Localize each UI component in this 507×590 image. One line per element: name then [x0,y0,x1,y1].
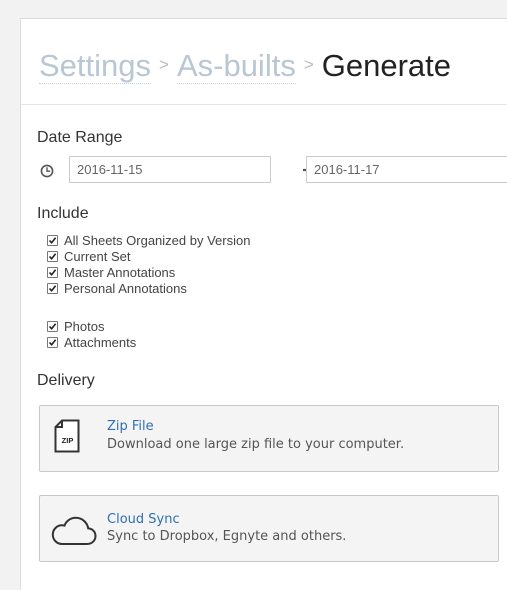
cloud-sync-option[interactable]: Cloud Sync Sync to Dropbox, Egnyte and o… [39,495,499,562]
personal-annotations-checkbox[interactable] [47,283,58,294]
include-photos-row[interactable]: Photos [47,320,104,333]
cloud-icon [51,516,97,545]
personal-annotations-label: Personal Annotations [64,281,187,296]
include-all-sheets-row[interactable]: All Sheets Organized by Version [47,234,250,247]
checkmark-icon [48,339,57,347]
zip-file-title[interactable]: Zip File [107,419,154,434]
include-attachments-row[interactable]: Attachments [47,336,136,349]
zip-file-option[interactable]: ZIP Zip File Download one large zip file… [39,405,499,472]
breadcrumb-separator: > [159,54,169,74]
checkmark-icon [48,237,57,245]
all-sheets-label: All Sheets Organized by Version [64,233,251,248]
checkmark-icon [48,253,57,261]
all-sheets-checkbox[interactable] [47,235,58,246]
current-set-label: Current Set [64,249,131,264]
date-range-label: Date Range [37,129,123,146]
header-divider [21,104,507,105]
breadcrumb-settings[interactable]: Settings [39,48,152,84]
breadcrumb-current-page: Generate [321,48,452,83]
photos-label: Photos [64,319,105,334]
current-set-checkbox[interactable] [47,251,58,262]
delivery-label: Delivery [37,372,95,389]
end-date-input[interactable] [306,156,507,183]
cloud-sync-title[interactable]: Cloud Sync [107,512,180,527]
breadcrumb: Settings > As-builts > Generate [39,45,451,89]
checkmark-icon [48,269,57,277]
clock-icon [40,164,54,178]
include-master-annotations-row[interactable]: Master Annotations [47,266,175,279]
include-current-set-row[interactable]: Current Set [47,250,130,263]
checkmark-icon [48,285,57,293]
attachments-checkbox[interactable] [47,337,58,348]
zip-file-icon: ZIP [54,419,80,453]
breadcrumb-separator: > [303,54,314,74]
zip-icon-text: ZIP [62,436,74,445]
include-personal-annotations-row[interactable]: Personal Annotations [47,282,187,295]
master-annotations-checkbox[interactable] [47,267,58,278]
cloud-sync-description: Sync to Dropbox, Egnyte and others. [107,529,347,544]
checkmark-icon [48,323,57,331]
include-label: Include [37,205,89,222]
photos-checkbox[interactable] [47,321,58,332]
master-annotations-label: Master Annotations [64,265,176,280]
attachments-label: Attachments [64,335,137,350]
start-date-input[interactable] [69,156,271,183]
breadcrumb-as-builts[interactable]: As-builts [176,48,296,84]
generate-panel: Settings > As-builts > Generate Date Range I… [20,18,507,590]
zip-file-description: Download one large zip file to your comp… [107,437,405,452]
